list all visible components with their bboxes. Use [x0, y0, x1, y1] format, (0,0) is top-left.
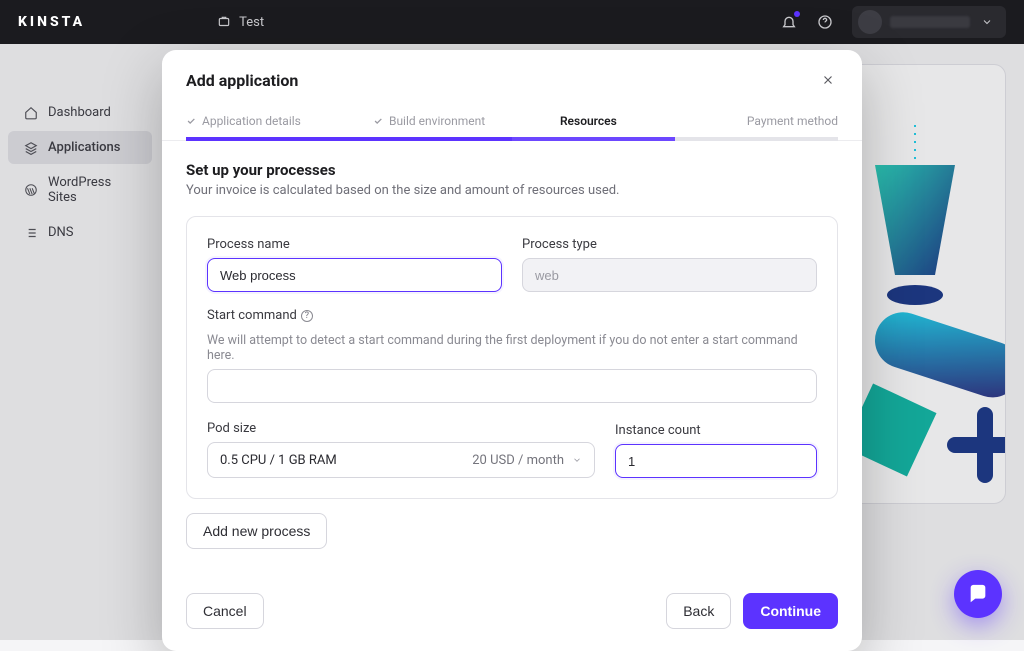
step-label: Build environment	[389, 114, 485, 128]
wizard-stepper: Application details Build environment Re…	[162, 104, 862, 141]
process-type-input	[522, 258, 817, 292]
chat-launcher[interactable]	[954, 570, 1002, 618]
cancel-button[interactable]: Cancel	[186, 593, 264, 629]
process-name-label: Process name	[207, 237, 502, 252]
close-icon	[821, 73, 835, 87]
add-application-modal: Add application Application details Buil…	[162, 50, 862, 651]
start-command-input[interactable]	[207, 369, 817, 403]
instance-count-input[interactable]	[615, 444, 817, 478]
pod-size-label: Pod size	[207, 421, 595, 436]
close-button[interactable]	[818, 70, 838, 90]
process-name-input[interactable]	[207, 258, 502, 292]
add-process-button[interactable]: Add new process	[186, 513, 327, 549]
check-icon	[373, 116, 383, 126]
brand-logo: KINSTA	[18, 14, 85, 30]
company-icon	[215, 13, 233, 31]
chevron-down-icon	[572, 455, 582, 465]
step-label: Payment method	[747, 114, 838, 128]
chevron-down-icon	[978, 13, 996, 31]
info-icon[interactable]: ?	[301, 310, 313, 322]
notifications-icon[interactable]	[780, 13, 798, 31]
start-command-label: Start command ?	[207, 308, 817, 323]
section-title: Set up your processes	[186, 161, 838, 179]
instance-count-label: Instance count	[615, 423, 817, 438]
continue-button[interactable]: Continue	[743, 593, 838, 629]
pod-size-select[interactable]: 0.5 CPU / 1 GB RAM 20 USD / month	[207, 442, 595, 478]
company-label: Test	[239, 15, 264, 30]
modal-title: Add application	[186, 71, 298, 90]
step-payment-method[interactable]: Payment method	[747, 104, 838, 140]
start-command-hint: We will attempt to detect a start comman…	[207, 333, 817, 363]
step-label: Application details	[202, 114, 301, 128]
check-icon	[186, 116, 196, 126]
process-type-label: Process type	[522, 237, 817, 252]
back-button[interactable]: Back	[666, 593, 731, 629]
step-resources[interactable]: Resources	[560, 104, 747, 140]
user-menu[interactable]	[852, 6, 1006, 38]
process-card: Process name Process type Start command …	[186, 216, 838, 499]
topbar: KINSTA Test	[0, 0, 1024, 44]
chat-icon	[967, 583, 989, 605]
pod-size-price: 20 USD / month	[472, 453, 564, 468]
section-subtitle: Your invoice is calculated based on the …	[186, 183, 838, 198]
step-application-details[interactable]: Application details	[186, 104, 373, 140]
step-build-environment[interactable]: Build environment	[373, 104, 560, 140]
pod-size-value: 0.5 CPU / 1 GB RAM	[220, 453, 337, 468]
avatar	[858, 10, 882, 34]
step-label: Resources	[560, 114, 617, 128]
company-switcher[interactable]: Test	[215, 13, 264, 31]
user-name	[890, 16, 970, 28]
help-icon[interactable]	[816, 13, 834, 31]
